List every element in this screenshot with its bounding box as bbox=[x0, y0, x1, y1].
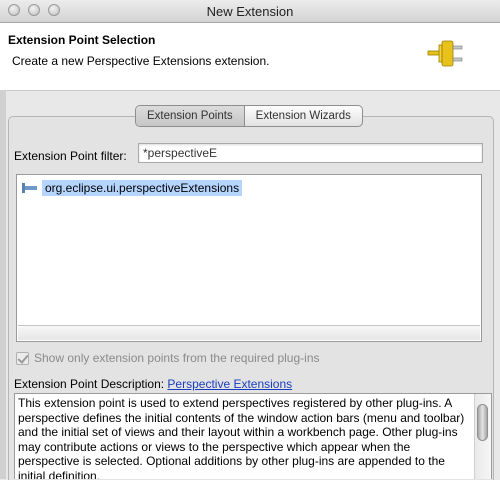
required-plugins-checkbox[interactable] bbox=[16, 351, 29, 365]
plug-icon bbox=[427, 40, 463, 67]
wizard-banner: Extension Point Selection Create a new P… bbox=[0, 23, 500, 91]
description-link[interactable]: Perspective Extensions bbox=[167, 377, 292, 391]
banner-description: Create a new Perspective Extensions exte… bbox=[12, 54, 270, 68]
horizontal-scrollbar[interactable] bbox=[18, 325, 480, 340]
tab-bar: Extension Points Extension Wizards bbox=[135, 105, 363, 127]
description-box: This extension point is used to extend p… bbox=[14, 393, 492, 479]
tab-extension-wizards[interactable]: Extension Wizards bbox=[245, 106, 362, 126]
description-text: This extension point is used to extend p… bbox=[18, 396, 465, 479]
extension-point-icon bbox=[22, 182, 37, 193]
required-plugins-checkbox-label: Show only extension points from the requ… bbox=[34, 351, 320, 365]
scrollbar-thumb[interactable] bbox=[477, 404, 488, 441]
description-label: Extension Point Description: bbox=[14, 377, 165, 391]
description-header: Extension Point Description: Perspective… bbox=[14, 377, 292, 391]
window-edge bbox=[0, 90, 6, 479]
vertical-scrollbar[interactable] bbox=[474, 394, 491, 479]
title-bar: New Extension bbox=[0, 0, 500, 23]
list-item[interactable]: org.eclipse.ui.perspectiveExtensions bbox=[21, 179, 243, 196]
window-title: New Extension bbox=[206, 4, 294, 19]
extension-point-filter-input[interactable] bbox=[138, 143, 483, 163]
extension-point-label: org.eclipse.ui.perspectiveExtensions bbox=[42, 179, 243, 196]
tab-extension-points[interactable]: Extension Points bbox=[136, 106, 245, 126]
banner-title: Extension Point Selection bbox=[8, 33, 156, 47]
filter-label: Extension Point filter: bbox=[14, 149, 127, 163]
extension-point-list[interactable]: org.eclipse.ui.perspectiveExtensions bbox=[16, 174, 482, 342]
required-plugins-checkbox-row: Show only extension points from the requ… bbox=[16, 351, 320, 365]
